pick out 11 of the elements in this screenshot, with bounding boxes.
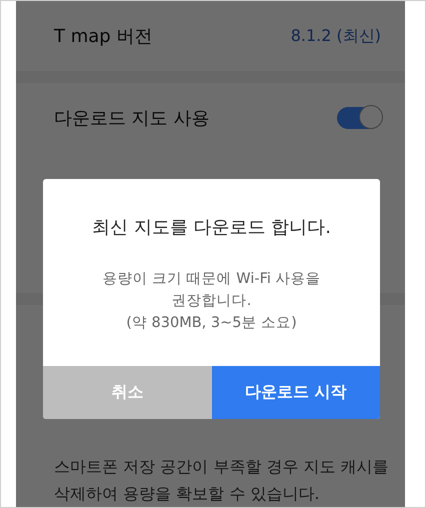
note-text: 스마트폰 저장 공간이 부족할 경우 지도 캐시를 <box>54 457 390 478</box>
setting-label: 다운로드 지도 사용 <box>54 107 210 130</box>
dialog-message: 용량이 크기 때문에 Wi-Fi 사용을 <box>102 270 321 288</box>
note-text: 삭제하여 용량을 확보할 수 있습니다. <box>54 484 320 505</box>
download-start-button[interactable]: 다운로드 시작 <box>212 366 380 419</box>
dialog-message: 권장합니다. <box>172 292 252 310</box>
setting-label: T map 버전 <box>54 25 152 48</box>
dialog-title: 최신 지도를 다운로드 합니다. <box>91 216 332 239</box>
dialog-message: (약 830MB, 3~5분 소요) <box>126 314 297 332</box>
version-value: 8.1.2 (최신) <box>290 26 381 46</box>
toggle-switch[interactable] <box>337 107 381 129</box>
